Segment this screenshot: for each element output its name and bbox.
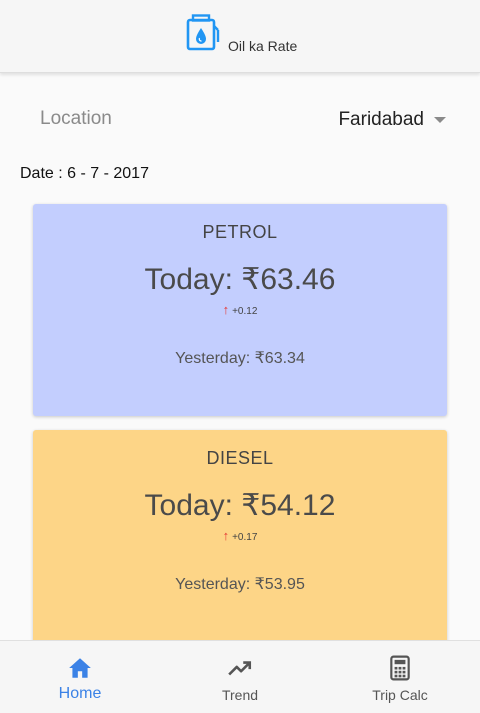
- petrol-price-card: PETROL Today: ₹63.46 ↑ +0.12 Yesterday: ₹…: [33, 204, 447, 416]
- nav-home-label: Home: [58, 685, 102, 702]
- nav-trend-label: Trend: [221, 687, 259, 703]
- price-change: ↑ +0.12: [33, 302, 447, 317]
- today-price: Today: ₹63.46: [144, 263, 336, 296]
- location-value: Faridabad: [338, 109, 424, 130]
- yesterday-price: Yesterday: ₹63.34: [175, 350, 305, 367]
- chevron-down-icon: [434, 117, 446, 123]
- fuel-pump-icon: [186, 14, 220, 51]
- nav-home[interactable]: Home: [0, 641, 160, 713]
- trend-icon: [228, 661, 252, 676]
- nav-trend[interactable]: Trend: [160, 641, 320, 713]
- location-row: Location Faridabad: [0, 100, 480, 140]
- diesel-price-card: DIESEL Today: ₹54.12 ↑ +0.17 Yesterday: ₹…: [33, 430, 447, 652]
- date-text: Date : 6 - 7 - 2017: [20, 165, 149, 182]
- location-label: Location: [40, 108, 112, 129]
- price-change: ↑ +0.17: [33, 528, 447, 543]
- nav-trip-calc[interactable]: Trip Calc: [320, 641, 480, 713]
- arrow-up-icon: ↑: [222, 302, 230, 317]
- arrow-up-icon: ↑: [222, 528, 230, 543]
- calculator-icon: [390, 655, 410, 681]
- app-header: Oil ka Rate: [0, 0, 480, 73]
- home-icon: [69, 658, 91, 678]
- nav-trip-calc-label: Trip Calc: [372, 687, 428, 703]
- location-dropdown[interactable]: Faridabad: [338, 106, 446, 134]
- bottom-nav: Home Trend Trip Calc: [0, 640, 480, 713]
- yesterday-price: Yesterday: ₹53.95: [175, 576, 305, 593]
- app-title: Oil ka Rate: [228, 38, 298, 54]
- today-price: Today: ₹54.12: [144, 489, 336, 522]
- price-change-value: +0.12: [232, 306, 258, 317]
- price-change-value: +0.17: [232, 532, 258, 543]
- fuel-name: DIESEL: [206, 448, 274, 468]
- fuel-name: PETROL: [202, 222, 278, 242]
